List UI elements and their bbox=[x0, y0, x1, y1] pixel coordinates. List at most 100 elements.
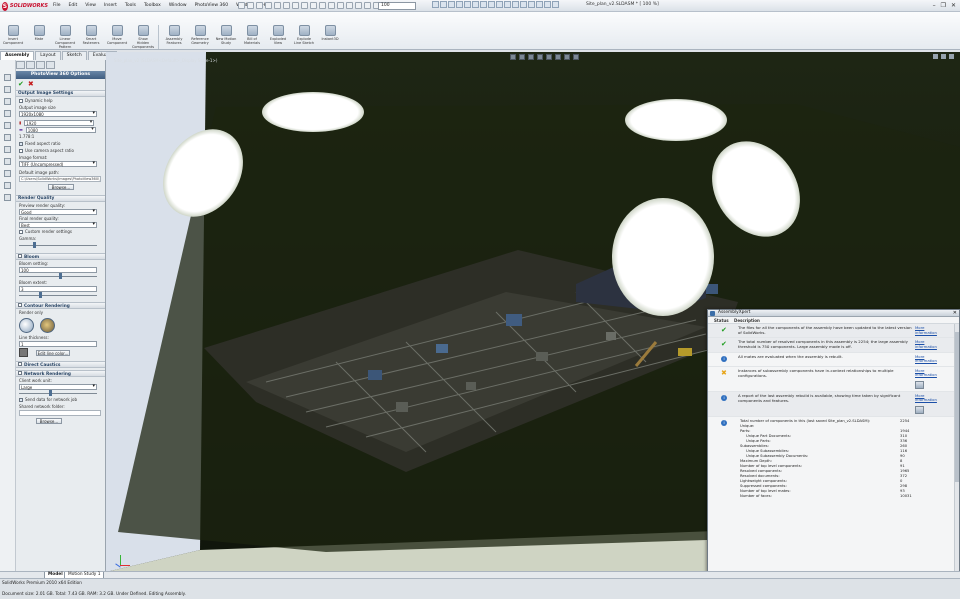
restore-icon[interactable]: ❐ bbox=[941, 2, 946, 9]
new-motion-study-button[interactable]: New Motion Study bbox=[215, 25, 237, 49]
config-icon[interactable] bbox=[4, 98, 11, 105]
view-settings-icon[interactable] bbox=[504, 1, 511, 8]
tab-configuration[interactable] bbox=[36, 61, 45, 69]
edit-appearance-icon[interactable] bbox=[555, 54, 561, 60]
image-size-select[interactable]: 1920x1080 bbox=[19, 111, 97, 117]
menu-insert[interactable]: Insert bbox=[103, 2, 118, 9]
preview-quality-select[interactable]: Good bbox=[19, 209, 97, 215]
layer-icon[interactable] bbox=[319, 2, 326, 9]
menu-toolbox[interactable]: Toolbox bbox=[143, 2, 162, 9]
close-view-icon[interactable] bbox=[949, 54, 954, 59]
image-path-field[interactable]: C:\Users\SolidWorks\Images\PhotoView360\ bbox=[19, 176, 101, 182]
bloom-heading[interactable]: Bloom bbox=[16, 253, 105, 260]
light-icon[interactable] bbox=[528, 1, 535, 8]
menu-file[interactable]: File bbox=[52, 2, 62, 9]
contour-heading[interactable]: Contour Rendering bbox=[16, 302, 105, 309]
contour-only-swatch-icon[interactable] bbox=[19, 317, 34, 333]
close-icon[interactable]: ✕ bbox=[951, 2, 956, 9]
zoom-to-area-icon[interactable] bbox=[519, 54, 525, 60]
cancel-x-icon[interactable]: ✖ bbox=[28, 80, 34, 88]
more-info-link[interactable]: More information bbox=[915, 393, 937, 403]
orientation-icon[interactable] bbox=[537, 54, 543, 60]
tab-assembly[interactable]: Assembly bbox=[0, 51, 35, 60]
shared-folder-field[interactable] bbox=[19, 410, 101, 416]
search-icon[interactable] bbox=[4, 182, 11, 189]
perspective-icon[interactable] bbox=[544, 1, 551, 8]
xpert-scrollbar[interactable] bbox=[954, 324, 959, 574]
network-checkbox[interactable] bbox=[18, 371, 22, 375]
dynamic-help-row[interactable]: Dynamic help bbox=[16, 97, 105, 104]
menu-tools[interactable]: Tools bbox=[124, 2, 137, 9]
select-icon[interactable] bbox=[283, 2, 290, 9]
dimxpert-icon[interactable] bbox=[4, 110, 11, 117]
xpert-title-bar[interactable]: AssemblyXpert ✕ bbox=[708, 310, 959, 317]
bloom-checkbox[interactable] bbox=[18, 254, 22, 258]
app-logo[interactable]: S SOLIDWORKS bbox=[2, 1, 48, 11]
render-icon[interactable] bbox=[512, 1, 519, 8]
fixed-aspect-checkbox[interactable] bbox=[19, 141, 23, 146]
reference-geometry-button[interactable]: Reference Geometry bbox=[189, 25, 211, 49]
bloom-setting-slider[interactable] bbox=[19, 273, 97, 279]
realview-icon[interactable] bbox=[552, 1, 559, 8]
menu-photoview[interactable]: PhotoView 360 bbox=[194, 2, 230, 9]
appearances-icon[interactable] bbox=[4, 146, 11, 153]
fixed-aspect-row[interactable]: Fixed aspect ratio bbox=[16, 140, 105, 147]
appearance-icon[interactable] bbox=[488, 1, 495, 8]
more-info-link[interactable]: More information bbox=[913, 354, 939, 364]
send-data-row[interactable]: Send data for network job bbox=[16, 396, 105, 403]
insert-component-button[interactable]: Insert Component bbox=[2, 25, 24, 49]
format-select[interactable]: TIFF (Uncompressed) bbox=[19, 161, 97, 167]
show-hidden-button[interactable]: Show Hidden Components bbox=[132, 25, 154, 49]
camera-icon[interactable] bbox=[520, 1, 527, 8]
new-icon[interactable] bbox=[238, 2, 245, 9]
display-manager-icon[interactable] bbox=[4, 122, 11, 129]
tab-feature-tree[interactable] bbox=[16, 61, 25, 69]
scene-icon[interactable] bbox=[496, 1, 503, 8]
dynamic-help-checkbox[interactable] bbox=[19, 98, 23, 103]
width-input[interactable]: 1920 bbox=[24, 119, 95, 126]
gamma-slider[interactable] bbox=[19, 242, 97, 248]
bloom-extent-thumb[interactable] bbox=[39, 292, 42, 298]
previous-view-icon[interactable] bbox=[448, 1, 455, 8]
assembly-features-button[interactable]: Assembly Features bbox=[163, 25, 185, 49]
apply-scene-icon[interactable] bbox=[564, 54, 570, 60]
view-palette-icon[interactable] bbox=[4, 194, 11, 201]
tab-layout[interactable]: Layout bbox=[35, 51, 61, 60]
camera-aspect-row[interactable]: Use camera aspect ratio bbox=[16, 147, 105, 154]
send-data-checkbox[interactable] bbox=[19, 397, 23, 402]
network-heading[interactable]: Network Rendering bbox=[16, 370, 105, 377]
maximize-view-icon[interactable] bbox=[941, 54, 946, 59]
sketch-icon[interactable] bbox=[346, 2, 353, 9]
quality-heading[interactable]: Render Quality bbox=[16, 195, 105, 202]
display-style-icon[interactable] bbox=[472, 1, 479, 8]
smart-fasteners-button[interactable]: Smart Fasteners bbox=[80, 25, 102, 49]
ok-check-icon[interactable]: ✔ bbox=[18, 80, 24, 88]
browse-button[interactable]: Browse... bbox=[48, 184, 74, 190]
tab-sketch[interactable]: Sketch bbox=[61, 51, 87, 60]
zoom-to-fit-icon[interactable] bbox=[510, 54, 516, 60]
camera-aspect-checkbox[interactable] bbox=[19, 148, 23, 153]
circle-icon[interactable] bbox=[364, 2, 371, 9]
custom-settings-checkbox[interactable] bbox=[19, 229, 23, 234]
more-info-link[interactable]: More information bbox=[913, 340, 939, 349]
menu-edit[interactable]: Edit bbox=[68, 2, 79, 9]
final-quality-select[interactable]: Best bbox=[19, 222, 97, 228]
move-component-button[interactable]: Move Component bbox=[106, 25, 128, 49]
tab-display[interactable] bbox=[46, 61, 55, 69]
zoom-fit-icon[interactable] bbox=[432, 1, 439, 8]
bill-of-materials-button[interactable]: Bill of Materials bbox=[241, 25, 263, 49]
file-explorer-icon[interactable] bbox=[4, 170, 11, 177]
grid-icon[interactable] bbox=[328, 2, 335, 9]
bloom-setting-thumb[interactable] bbox=[59, 273, 62, 279]
menu-window-1[interactable]: Window bbox=[168, 2, 188, 9]
menu-view[interactable]: View bbox=[84, 2, 97, 9]
close-icon[interactable]: ✕ bbox=[953, 310, 957, 316]
render-manager-icon[interactable] bbox=[4, 134, 11, 141]
feature-tree-icon[interactable] bbox=[4, 74, 11, 81]
save-icon[interactable] bbox=[256, 2, 263, 9]
undo-icon[interactable] bbox=[274, 2, 281, 9]
section-icon[interactable] bbox=[528, 54, 534, 60]
help-icon[interactable] bbox=[310, 2, 317, 9]
edit-line-color-button[interactable]: Edit line color... bbox=[36, 349, 70, 356]
property-icon[interactable] bbox=[4, 86, 11, 93]
